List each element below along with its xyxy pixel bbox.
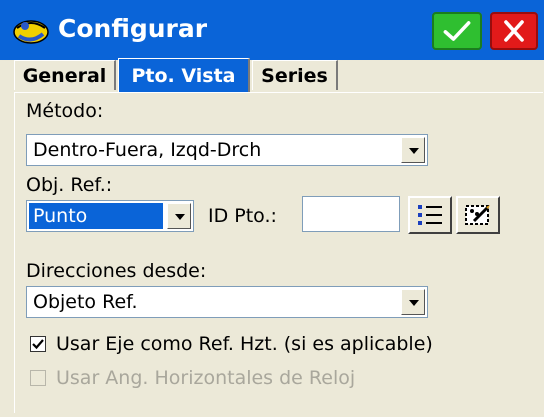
tab-strip: General Pto. Vista Series <box>0 58 544 92</box>
app-icon <box>13 20 49 44</box>
direcciones-value: Objeto Ref. <box>33 291 138 313</box>
metodo-dropdown[interactable]: Dentro-Fuera, Izqd-Drch <box>26 134 428 166</box>
tab-series[interactable]: Series <box>252 60 338 90</box>
usar-ang-label: Usar Ang. Horizontales de Reloj <box>56 367 356 389</box>
objref-label: Obj. Ref.: <box>26 174 113 196</box>
tab-pto-vista[interactable]: Pto. Vista <box>118 58 250 92</box>
direcciones-label: Direcciones desde: <box>26 260 207 282</box>
objref-dropdown[interactable]: Punto <box>26 200 194 232</box>
metodo-value: Dentro-Fuera, Izqd-Drch <box>33 139 262 161</box>
close-icon <box>504 20 524 42</box>
checkmark-icon <box>32 339 44 350</box>
title-bar: Configurar <box>0 0 544 60</box>
usar-eje-checkbox[interactable] <box>30 336 46 352</box>
tab-panel: Método: Dentro-Fuera, Izqd-Drch Obj. Ref… <box>0 92 544 417</box>
point-list-button[interactable] <box>408 196 452 234</box>
close-button[interactable] <box>490 12 538 50</box>
idpto-label: ID Pto.: <box>208 205 277 227</box>
idpto-input[interactable] <box>302 196 400 232</box>
list-icon <box>418 205 442 225</box>
objref-value: Punto <box>29 203 163 229</box>
window-title: Configurar <box>58 14 208 43</box>
checkmark-icon <box>443 21 471 41</box>
map-select-icon <box>465 205 490 225</box>
usar-eje-label[interactable]: Usar Eje como Ref. Hzt. (si es aplicable… <box>56 333 433 355</box>
usar-ang-checkbox <box>30 370 46 386</box>
tab-general[interactable]: General <box>14 60 116 90</box>
direcciones-dropdown[interactable]: Objeto Ref. <box>26 286 428 318</box>
ok-button[interactable] <box>432 12 482 50</box>
chevron-down-icon[interactable] <box>401 137 425 163</box>
chevron-down-icon[interactable] <box>167 203 191 229</box>
chevron-down-icon[interactable] <box>401 289 425 315</box>
map-select-button[interactable] <box>456 196 500 234</box>
metodo-label: Método: <box>26 100 104 122</box>
